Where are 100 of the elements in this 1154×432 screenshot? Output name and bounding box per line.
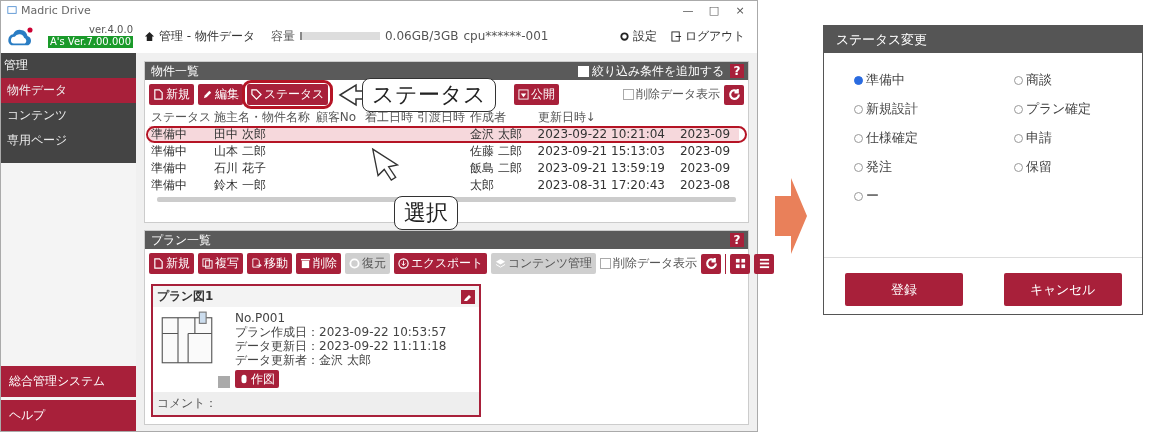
toolbar-button[interactable]: 編集: [198, 84, 243, 105]
sidebar-item[interactable]: コンテンツ: [1, 103, 136, 128]
list-view-button[interactable]: [754, 253, 774, 274]
sidebar-bottom-link[interactable]: 総合管理システム: [1, 366, 136, 397]
table-cell: 2023-09: [679, 127, 731, 141]
column-header[interactable]: 顧客No: [315, 110, 357, 124]
floor-plan-drawing: [161, 311, 213, 365]
grid-icon: [734, 258, 746, 269]
table-row[interactable]: 準備中 田中 次郎 金沢 太郎 2023-09-22 10:21:04 2023-09: [149, 126, 739, 143]
document-icon: [153, 89, 164, 100]
comment-text: コメント：: [153, 392, 479, 415]
help-button[interactable]: ?: [730, 64, 744, 78]
table-row[interactable]: 準備中 鈴木 一郎 太郎 2023-08-31 17:20:43 2023-08: [149, 177, 739, 194]
radio-label: 発注: [866, 158, 892, 176]
plan-info-text: No.P001: [235, 311, 287, 325]
table-cell: 2023-08-31 17:20:43: [537, 178, 665, 192]
radio-label: 保留: [1026, 158, 1052, 176]
plan-info-text: プラン作成日：2023-09-22 10:53:57: [235, 325, 447, 339]
sidebar-item[interactable]: 物件データ: [1, 78, 136, 103]
window-control[interactable]: —: [677, 3, 699, 17]
version-badge: A's Ver.7.00.000: [47, 36, 133, 48]
radio-label: ー: [866, 187, 879, 205]
settings-link[interactable]: 設定: [633, 27, 657, 45]
toolbar-button[interactable]: 公開: [514, 84, 559, 105]
edit-button[interactable]: [461, 289, 475, 304]
add-filter-link[interactable]: 絞り込み条件を追加する: [592, 62, 724, 80]
document-icon: [153, 258, 164, 269]
right-arrow-icon: [774, 178, 807, 254]
window-control[interactable]: ×: [729, 3, 751, 17]
toolbar-button[interactable]: 移動: [247, 253, 292, 274]
toolbar-button[interactable]: 削除: [296, 253, 341, 274]
table-cell: 2023-08: [679, 178, 731, 192]
home-icon: [144, 30, 155, 42]
refresh-button[interactable]: [724, 84, 744, 105]
layers-icon: [495, 258, 506, 269]
checkbox[interactable]: [600, 258, 611, 269]
refresh-button[interactable]: [701, 253, 721, 274]
cpu-id: cpu******-001: [463, 29, 549, 43]
plan-card[interactable]: プラン図1 No.P001 プラン作成日：2023-09-22 10:53:57 データ更新日：2023-09-22 11:11:18 データ更新者：金沢 太郎 作図 コメント：: [151, 284, 481, 417]
table-cell: 金沢 太郎: [470, 127, 523, 141]
table-cell: 田中 次郎: [214, 127, 266, 141]
table-cell: 2023-09: [679, 144, 731, 158]
storage-text: 0.06GB/3GB: [384, 29, 459, 43]
checkbox-label: 削除データ表示: [636, 86, 720, 103]
toolbar-button[interactable]: ステータス: [247, 84, 328, 105]
card-title: プラン図1: [157, 288, 214, 305]
column-header[interactable]: 作成者: [470, 110, 507, 124]
sidebar-section-title: 管理: [3, 57, 29, 74]
grid-view-button[interactable]: [730, 253, 750, 274]
copy-icon: [202, 258, 213, 269]
draw-button[interactable]: 作図: [235, 370, 279, 388]
column-header[interactable]: 施主名・物件名称: [214, 110, 311, 124]
column-header[interactable]: 着工日時: [364, 110, 413, 124]
toolbar-button[interactable]: 新規: [149, 253, 194, 274]
table-cell: 山本 二郎: [214, 144, 266, 158]
dialog-button[interactable]: キャンセル: [1003, 273, 1122, 306]
table-row[interactable]: 準備中 石川 花子 飯島 二郎 2023-09-21 13:59:19 2023-09: [149, 160, 739, 177]
toolbar-button[interactable]: 複写: [198, 253, 243, 274]
gear-icon: [619, 30, 630, 42]
sidebar-bottom-link[interactable]: ヘルプ: [1, 400, 136, 431]
radio-button[interactable]: [854, 75, 863, 85]
refresh-icon: [704, 257, 718, 270]
panel-title: プラン一覧: [151, 231, 212, 249]
callout-label: ステータス: [362, 78, 496, 112]
radio-label: 商談: [1026, 71, 1052, 89]
trash-icon: [300, 258, 311, 269]
help-button[interactable]: ?: [730, 233, 744, 247]
window-control[interactable]: □: [703, 3, 725, 17]
app-icon: [7, 5, 17, 15]
breadcrumb: 管理 - 物件データ: [159, 27, 255, 45]
table-cell: 2023-09: [679, 161, 731, 175]
radio-label: 申請: [1026, 129, 1052, 147]
download-icon: [398, 258, 409, 269]
dialog-title: ステータス変更: [824, 26, 1142, 53]
radio-label: 仕様確定: [866, 129, 918, 147]
column-header[interactable]: 更新日時↓: [537, 110, 596, 124]
table-cell: 準備中: [151, 161, 187, 175]
table-row[interactable]: 準備中 山本 二郎 佐藤 二郎 2023-09-21 15:13:03 2023-09: [149, 143, 739, 160]
callout-label: 選択: [394, 196, 458, 230]
tag-icon: [251, 89, 262, 100]
column-header[interactable]: 引渡日時: [417, 110, 466, 124]
toolbar-button[interactable]: 新規: [149, 84, 194, 105]
plan-info-text: データ更新日：2023-09-22 11:11:18: [235, 339, 447, 353]
table-cell: 2023-09-22 10:21:04: [537, 127, 665, 141]
upload-icon: [518, 89, 529, 100]
sidebar-item[interactable]: 専用ページ: [1, 128, 136, 153]
column-header[interactable]: ステータス: [151, 110, 211, 124]
panel-title: 物件一覧: [151, 62, 200, 80]
radio-label: プラン確定: [1026, 100, 1091, 118]
checkbox[interactable]: [623, 89, 634, 100]
logout-link[interactable]: ログアウト: [685, 27, 745, 45]
refresh-icon: [727, 88, 741, 101]
table-cell: 太郎: [470, 178, 495, 192]
document-arrow-icon: [251, 258, 262, 269]
list-icon: [758, 258, 770, 269]
version-text: ver.4.0.0: [89, 24, 133, 36]
dialog-button[interactable]: 登録: [844, 273, 963, 306]
checkbox-label: 削除データ表示: [613, 255, 697, 272]
table-cell: 2023-09-21 15:13:03: [537, 144, 665, 158]
toolbar-button[interactable]: エクスポート: [394, 253, 487, 274]
